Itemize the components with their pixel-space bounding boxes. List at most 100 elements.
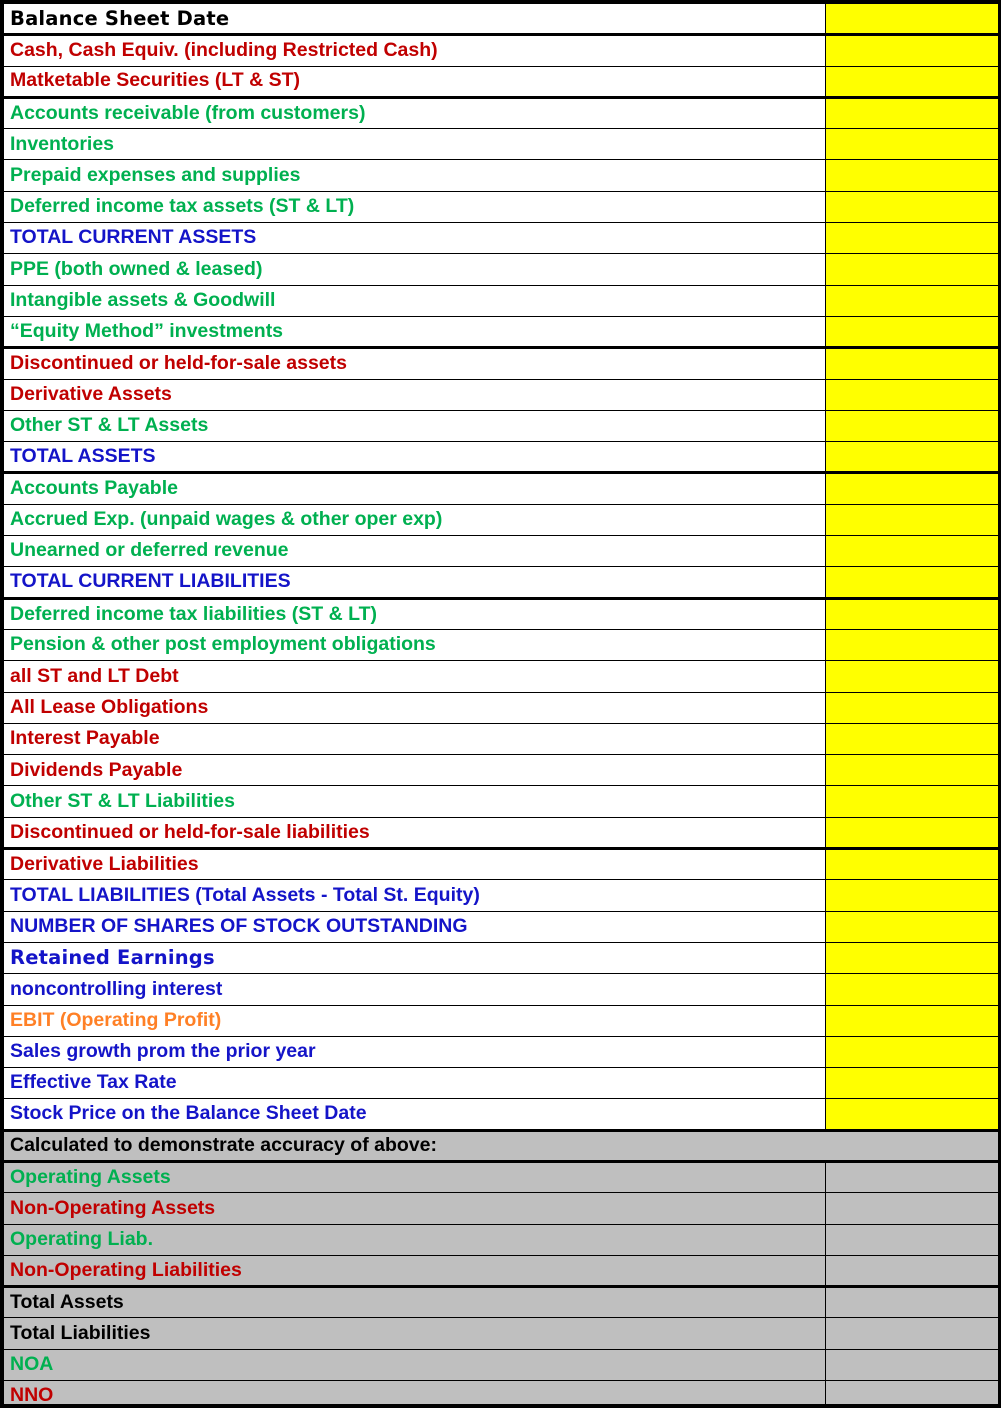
row-label-accrued-exp-unpaid-wages-other-oper-exp: Accrued Exp. (unpaid wages & other oper …	[4, 504, 826, 535]
row-value-input-inventories[interactable]	[826, 129, 999, 160]
row-label-total-assets: Total Assets	[4, 1287, 826, 1318]
table-row: Derivative Liabilities	[4, 849, 999, 880]
row-value-input-discontinued-or-held-for-sale-assets[interactable]	[826, 348, 999, 379]
row-value-input-unearned-or-deferred-revenue[interactable]	[826, 536, 999, 567]
row-label-unearned-or-deferred-revenue: Unearned or deferred revenue	[4, 536, 826, 567]
row-label-all-lease-obligations: All Lease Obligations	[4, 692, 826, 723]
row-value-input-other-st-lt-assets[interactable]	[826, 410, 999, 441]
row-value-input-other-st-lt-liabilities[interactable]	[826, 786, 999, 817]
row-value-input-derivative-liabilities[interactable]	[826, 849, 999, 880]
row-value-input-total-assets[interactable]	[826, 1287, 999, 1318]
row-label-balance-sheet-date: Balance Sheet Date	[4, 4, 826, 35]
row-label-dividends-payable: Dividends Payable	[4, 755, 826, 786]
row-value-input-pension-other-post-employment-obligations[interactable]	[826, 629, 999, 660]
row-value-input-noa[interactable]	[826, 1349, 999, 1380]
row-label-total-current-liabilities: TOTAL CURRENT LIABILITIES	[4, 567, 826, 598]
table-row: Accrued Exp. (unpaid wages & other oper …	[4, 504, 999, 535]
row-value-input-operating-assets[interactable]	[826, 1161, 999, 1192]
row-label-all-st-and-lt-debt: all ST and LT Debt	[4, 661, 826, 692]
table-row: NNO	[4, 1381, 999, 1408]
table-row: NUMBER OF SHARES OF STOCK OUTSTANDING	[4, 911, 999, 942]
row-value-input-ppe-both-owned-leased[interactable]	[826, 254, 999, 285]
row-label-ebit-operating-profit: EBIT (Operating Profit)	[4, 1005, 826, 1036]
row-value-input-all-lease-obligations[interactable]	[826, 692, 999, 723]
row-label-equity-method-investments: “Equity Method” investments	[4, 316, 826, 347]
row-value-input-non-operating-liabilities[interactable]	[826, 1255, 999, 1286]
row-label-operating-assets: Operating Assets	[4, 1161, 826, 1192]
row-label-effective-tax-rate: Effective Tax Rate	[4, 1068, 826, 1099]
table-row: Accounts receivable (from customers)	[4, 97, 999, 128]
table-row: Cash, Cash Equiv. (including Restricted …	[4, 35, 999, 66]
table-row: Other ST & LT Assets	[4, 410, 999, 441]
row-value-input-total-current-assets[interactable]	[826, 223, 999, 254]
table-row: TOTAL ASSETS	[4, 442, 999, 473]
row-value-input-balance-sheet-date[interactable]	[826, 4, 999, 35]
table-row: Deferred income tax liabilities (ST & LT…	[4, 598, 999, 629]
row-label-intangible-assets-goodwill: Intangible assets & Goodwill	[4, 285, 826, 316]
row-label-total-current-assets: TOTAL CURRENT ASSETS	[4, 223, 826, 254]
row-value-input-interest-payable[interactable]	[826, 723, 999, 754]
row-value-input-derivative-assets[interactable]	[826, 379, 999, 410]
row-label-sales-growth-prom-the-prior-year: Sales growth prom the prior year	[4, 1036, 826, 1067]
table-row: TOTAL CURRENT LIABILITIES	[4, 567, 999, 598]
row-value-input-accrued-exp-unpaid-wages-other-oper-exp[interactable]	[826, 504, 999, 535]
row-value-input-non-operating-assets[interactable]	[826, 1193, 999, 1224]
row-value-input-noncontrolling-interest[interactable]	[826, 974, 999, 1005]
row-value-input-matketable-securities-lt-st[interactable]	[826, 66, 999, 97]
table-row: Derivative Assets	[4, 379, 999, 410]
row-label-non-operating-assets: Non-Operating Assets	[4, 1193, 826, 1224]
table-row: Pension & other post employment obligati…	[4, 629, 999, 660]
row-value-input-total-liabilities-total-assets-total-st-equity[interactable]	[826, 880, 999, 911]
table-row: Non-Operating Liabilities	[4, 1255, 999, 1286]
row-value-input-discontinued-or-held-for-sale-liabilities[interactable]	[826, 817, 999, 848]
table-row: EBIT (Operating Profit)	[4, 1005, 999, 1036]
row-value-input-operating-liab[interactable]	[826, 1224, 999, 1255]
table-row: Non-Operating Assets	[4, 1193, 999, 1224]
row-label-accounts-payable: Accounts Payable	[4, 473, 826, 504]
table-row: all ST and LT Debt	[4, 661, 999, 692]
row-label-number-of-shares-of-stock-outstanding: NUMBER OF SHARES OF STOCK OUTSTANDING	[4, 911, 826, 942]
table-row: TOTAL LIABILITIES (Total Assets - Total …	[4, 880, 999, 911]
row-value-input-all-st-and-lt-debt[interactable]	[826, 661, 999, 692]
row-label-deferred-income-tax-liabilities-st-lt: Deferred income tax liabilities (ST & LT…	[4, 598, 826, 629]
row-label-nno: NNO	[4, 1381, 826, 1408]
row-value-input-nno[interactable]	[826, 1381, 999, 1408]
row-label-total-liabilities-total-assets-total-st-equity: TOTAL LIABILITIES (Total Assets - Total …	[4, 880, 826, 911]
row-value-input-total-assets[interactable]	[826, 442, 999, 473]
row-value-input-prepaid-expenses-and-supplies[interactable]	[826, 160, 999, 191]
table-row: Deferred income tax assets (ST & LT)	[4, 191, 999, 222]
row-value-input-intangible-assets-goodwill[interactable]	[826, 285, 999, 316]
row-value-input-cash-cash-equiv-including-restricted-cash[interactable]	[826, 35, 999, 66]
row-value-input-retained-earnings[interactable]	[826, 942, 999, 973]
row-value-input-deferred-income-tax-liabilities-st-lt[interactable]	[826, 598, 999, 629]
row-label-noa: NOA	[4, 1349, 826, 1380]
row-value-input-total-current-liabilities[interactable]	[826, 567, 999, 598]
table-row: NOA	[4, 1349, 999, 1380]
row-value-input-accounts-receivable-from-customers[interactable]	[826, 97, 999, 128]
row-value-input-stock-price-on-the-balance-sheet-date[interactable]	[826, 1099, 999, 1130]
table-row: Effective Tax Rate	[4, 1068, 999, 1099]
row-value-input-ebit-operating-profit[interactable]	[826, 1005, 999, 1036]
row-value-input-dividends-payable[interactable]	[826, 755, 999, 786]
row-label-retained-earnings: Retained Earnings	[4, 942, 826, 973]
row-label-inventories: Inventories	[4, 129, 826, 160]
row-label-prepaid-expenses-and-supplies: Prepaid expenses and supplies	[4, 160, 826, 191]
row-value-input-total-liabilities[interactable]	[826, 1318, 999, 1349]
table-row: Sales growth prom the prior year	[4, 1036, 999, 1067]
table-row: Interest Payable	[4, 723, 999, 754]
row-label-derivative-liabilities: Derivative Liabilities	[4, 849, 826, 880]
row-value-input-accounts-payable[interactable]	[826, 473, 999, 504]
row-label-operating-liab: Operating Liab.	[4, 1224, 826, 1255]
row-value-input-effective-tax-rate[interactable]	[826, 1068, 999, 1099]
row-value-input-deferred-income-tax-assets-st-lt[interactable]	[826, 191, 999, 222]
row-label-pension-other-post-employment-obligations: Pension & other post employment obligati…	[4, 629, 826, 660]
row-value-input-equity-method-investments[interactable]	[826, 316, 999, 347]
table-row: Dividends Payable	[4, 755, 999, 786]
row-label-discontinued-or-held-for-sale-assets: Discontinued or held-for-sale assets	[4, 348, 826, 379]
row-label-discontinued-or-held-for-sale-liabilities: Discontinued or held-for-sale liabilitie…	[4, 817, 826, 848]
row-value-input-number-of-shares-of-stock-outstanding[interactable]	[826, 911, 999, 942]
row-label-total-liabilities: Total Liabilities	[4, 1318, 826, 1349]
table-row: Stock Price on the Balance Sheet Date	[4, 1099, 999, 1130]
table-row: Inventories	[4, 129, 999, 160]
row-value-input-sales-growth-prom-the-prior-year[interactable]	[826, 1036, 999, 1067]
